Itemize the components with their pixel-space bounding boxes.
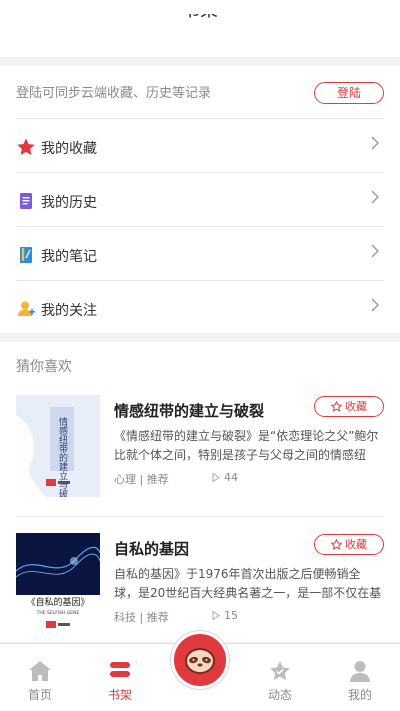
login-prompt: 登陆可同步云端收藏、历史等记录 (16, 86, 212, 101)
star-outline-icon (330, 538, 343, 550)
bookshelf-icon (110, 662, 130, 677)
tab-profile[interactable]: 我的 (330, 660, 390, 703)
history-icon (20, 193, 32, 209)
menu-item-history[interactable]: 我的历史 (16, 173, 384, 227)
view-count: 44 (212, 471, 238, 484)
login-row: 登陆可同步云端收藏、历史等记录 登陆 (16, 66, 384, 119)
profile-icon (350, 661, 370, 682)
star-outline-icon (330, 400, 343, 412)
sloth-logo-icon (185, 648, 215, 674)
chevron-right-icon (371, 190, 379, 204)
menu-label: 我的关注 (41, 303, 97, 319)
book-title[interactable]: 自私的基因 (114, 538, 189, 559)
star-icon (17, 138, 35, 155)
book-description: 自私的基因》于1976年首次出版之后便畅销全球，是20世纪百大经典名著之一，是一… (114, 567, 382, 600)
tab-bookshelf[interactable]: 书架 (90, 660, 150, 703)
login-button[interactable]: 登陆 (314, 82, 384, 104)
chevron-right-icon (371, 136, 379, 150)
favorite-button[interactable]: 收藏 (314, 534, 384, 555)
top-header: 书架 (0, 0, 400, 57)
menu-item-following[interactable]: 我的关注 (16, 281, 384, 335)
book-cover[interactable]: 情感纽带的建立与破裂 (16, 395, 100, 497)
menu-label: 我的历史 (41, 195, 97, 211)
menu-item-favorites[interactable]: 我的收藏 (16, 119, 384, 173)
tab-feed[interactable]: 动态 (250, 660, 310, 703)
feed-icon (270, 661, 290, 681)
bookshelf-page: 书架 登陆可同步云端收藏、历史等记录 登陆 我的收藏 我的历史 我的笔记 我的关… (0, 0, 400, 711)
note-icon (20, 247, 32, 263)
menu-label: 我的收藏 (41, 141, 97, 157)
home-icon (29, 661, 51, 681)
center-action-button[interactable] (171, 631, 229, 689)
favorite-button[interactable]: 收藏 (314, 396, 384, 417)
play-icon (212, 472, 220, 483)
cover-subtitle: THE SELFISH GENE (36, 610, 80, 616)
account-card: 登陆可同步云端收藏、历史等记录 登陆 我的收藏 我的历史 我的笔记 我的关注 (0, 66, 400, 333)
chevron-right-icon (371, 244, 379, 258)
cover-title: 情感纽带的建立与破裂 (57, 416, 68, 497)
section-title: 猜你喜欢 (16, 359, 72, 375)
book-title[interactable]: 情感纽带的建立与破裂 (114, 400, 264, 421)
view-count: 15 (212, 609, 238, 622)
page-title: 书架 (0, 14, 400, 28)
menu-label: 我的笔记 (41, 249, 97, 265)
book-meta: 科技 | 推荐 (114, 611, 169, 624)
book-item[interactable]: 情感纽带的建立与破裂 情感纽带的建立与破裂 收藏 《情感纽带的建立与破裂》是“依… (16, 395, 384, 517)
chevron-right-icon (371, 298, 379, 312)
favorite-label: 收藏 (345, 400, 367, 413)
favorite-label: 收藏 (345, 538, 367, 551)
tab-home[interactable]: 首页 (10, 660, 70, 703)
book-meta: 心理 | 推荐 (114, 473, 169, 486)
menu-item-notes[interactable]: 我的笔记 (16, 227, 384, 281)
book-cover[interactable]: 《自私的基因》 THE SELFISH GENE (16, 533, 100, 635)
recommend-section: 猜你喜欢 情感纽带的建立与破裂 情感纽带的建立与破裂 收藏 《情感纽带的建立与破… (0, 342, 400, 642)
book-description: 《情感纽带的建立与破裂》是“依恋理论之父”鲍尔比就个体之间，特别是孩子与父母之间… (114, 429, 379, 462)
play-icon (212, 610, 220, 621)
cover-title: 《自私的基因》 (26, 596, 89, 608)
follow-icon (18, 301, 35, 316)
